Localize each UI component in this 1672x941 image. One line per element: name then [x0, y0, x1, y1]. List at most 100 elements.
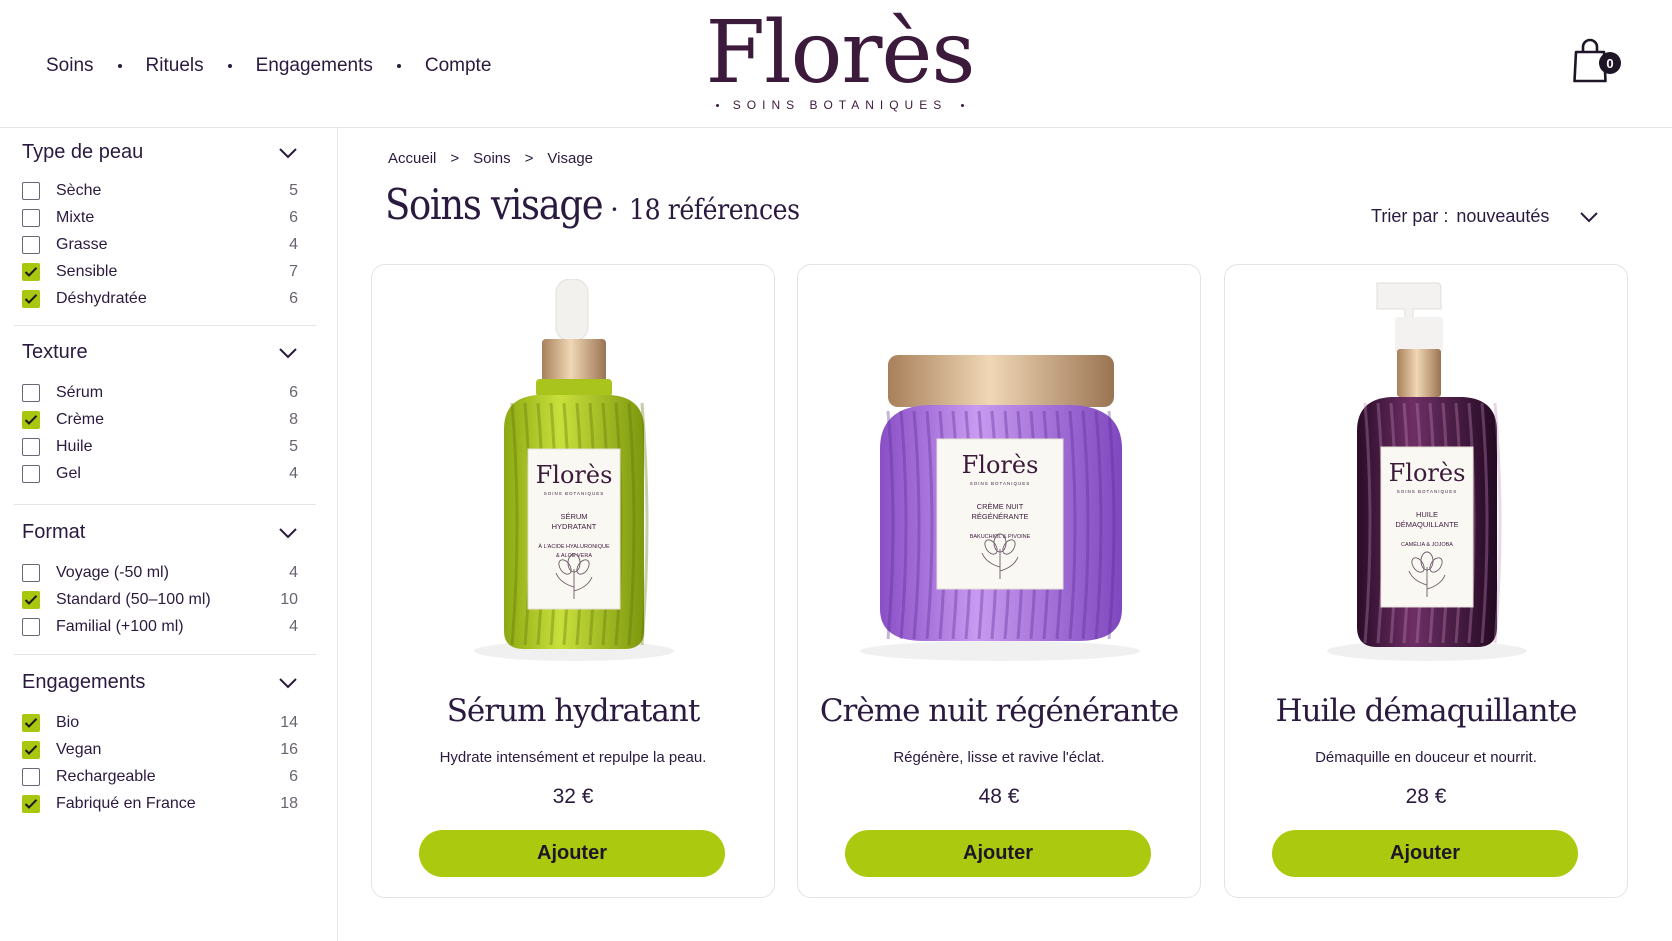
filter-group-header[interactable]: Type de peau — [22, 141, 298, 164]
filter-option-count: 6 — [289, 384, 298, 401]
filter-option[interactable]: Sensible 7 — [22, 259, 298, 285]
filter-option-count: 6 — [289, 290, 298, 307]
filter-option[interactable]: Standard (50–100 ml) 10 — [22, 587, 298, 613]
filter-option[interactable]: Gel 4 — [22, 461, 298, 487]
label-brand: Florès — [536, 461, 613, 489]
filter-option[interactable]: Sérum 6 — [22, 380, 298, 406]
filter-option[interactable]: Mixte 6 — [22, 205, 298, 231]
filter-checkbox[interactable] — [22, 618, 40, 636]
site-header: Soins Rituels Engagements Compte Florès … — [0, 0, 1672, 128]
filter-option[interactable]: Familial (+100 ml) 4 — [22, 614, 298, 640]
label-brand: Florès — [1389, 459, 1466, 487]
filter-checkbox[interactable] — [22, 741, 40, 759]
filter-option[interactable]: Sèche 5 — [22, 178, 298, 204]
add-to-cart-button[interactable]: Ajouter — [845, 830, 1151, 877]
product-name: Crème nuit régénérante — [819, 693, 1179, 729]
product-image[interactable]: Florès SOINS BOTANIQUES SÉRUM HYDRATANT … — [392, 278, 756, 671]
filter-sidebar: Type de peau Sèche 5 Mixte 6 Grasse 4 Sensible 7… — [0, 128, 338, 941]
filter-checkbox[interactable] — [22, 795, 40, 813]
filter-group-title: Type de peau — [22, 141, 144, 163]
filter-group-title: Engagements — [22, 671, 146, 693]
product-card[interactable]: Florès SOINS BOTANIQUES CRÈME NUIT RÉGÉN… — [797, 264, 1201, 898]
filter-checkbox[interactable] — [22, 290, 40, 308]
filter-option-count: 16 — [280, 741, 298, 758]
page-title: Soins visage — [385, 180, 604, 229]
cart-button[interactable]: 0 — [1572, 36, 1621, 88]
filter-option-count: 14 — [280, 714, 298, 731]
filter-checkbox[interactable] — [22, 438, 40, 456]
breadcrumb-accueil[interactable]: Accueil — [388, 150, 436, 167]
nav-soins[interactable]: Soins — [46, 55, 94, 77]
label-line: SÉRUM — [560, 512, 587, 521]
filter-checkbox[interactable] — [22, 182, 40, 200]
nav-separator-dot — [396, 64, 401, 68]
filter-checkbox[interactable] — [22, 768, 40, 786]
title-separator: · — [609, 193, 619, 226]
breadcrumb: Accueil > Soins > Visage — [388, 150, 593, 167]
filter-checkbox[interactable] — [22, 714, 40, 732]
nav-rituels[interactable]: Rituels — [146, 55, 204, 77]
filter-option[interactable]: Déshydratée 6 — [22, 286, 298, 312]
nav-engagements[interactable]: Engagements — [256, 55, 373, 77]
filter-group-title: Texture — [22, 341, 88, 363]
filter-checkbox[interactable] — [22, 263, 40, 281]
label-line: CAMÉLIA & JOJOBA — [1401, 541, 1453, 548]
nav-compte[interactable]: Compte — [425, 55, 492, 77]
filter-checkbox[interactable] — [22, 209, 40, 227]
chevron-down-icon — [279, 527, 297, 538]
product-image[interactable]: Florès SOINS BOTANIQUES CRÈME NUIT RÉGÉN… — [818, 279, 1182, 671]
filter-checkbox[interactable] — [22, 411, 40, 429]
filter-option-count: 6 — [289, 209, 298, 226]
filter-group-header[interactable]: Texture — [22, 341, 298, 364]
label-tagline: SOINS BOTANIQUES — [544, 491, 604, 496]
product-card[interactable]: Florès SOINS BOTANIQUES SÉRUM HYDRATANT … — [371, 264, 775, 898]
logo-tagline: SOINS BOTANIQUES — [732, 98, 948, 112]
main-nav: Soins Rituels Engagements Compte — [46, 48, 491, 84]
checkmark-icon — [24, 718, 38, 728]
filter-option-label: Crème — [56, 411, 105, 428]
sort-dropdown[interactable]: Trier par : nouveautés — [1371, 206, 1599, 227]
filter-option[interactable]: Crème 8 — [22, 407, 298, 433]
filter-option-count: 4 — [289, 236, 298, 253]
label-line: HUILE — [1416, 510, 1438, 519]
filter-checkbox[interactable] — [22, 384, 40, 402]
filter-checkbox[interactable] — [22, 465, 40, 483]
label-line: À L'ACIDE HYALURONIQUE — [538, 543, 610, 550]
filter-checkbox[interactable] — [22, 236, 40, 254]
checkmark-icon — [24, 799, 38, 809]
filter-checkbox[interactable] — [22, 564, 40, 582]
filter-option-count: 7 — [289, 263, 298, 280]
logo-dot — [961, 103, 965, 107]
brand-logo[interactable]: Florès SOINS BOTANIQUES — [702, 4, 978, 112]
filter-option-label: Sensible — [56, 263, 118, 280]
filter-option-count: 8 — [289, 411, 298, 428]
filter-option[interactable]: Fabriqué en France 18 — [22, 791, 298, 817]
product-card[interactable]: Florès SOINS BOTANIQUES HUILE DÉMAQUILLA… — [1224, 264, 1628, 898]
add-to-cart-button[interactable]: Ajouter — [1272, 830, 1578, 877]
filter-option-label: Huile — [56, 438, 93, 455]
filter-option[interactable]: Rechargeable 6 — [22, 764, 298, 790]
breadcrumb-separator: > — [450, 150, 460, 167]
filter-option[interactable]: Huile 5 — [22, 434, 298, 460]
breadcrumb-soins[interactable]: Soins — [473, 150, 511, 167]
filter-group-header[interactable]: Engagements — [22, 671, 298, 694]
filter-option[interactable]: Grasse 4 — [22, 232, 298, 258]
filter-option[interactable]: Bio 14 — [22, 710, 298, 736]
filter-group-header[interactable]: Format — [22, 521, 298, 544]
filter-option-count: 6 — [289, 768, 298, 785]
filter-option-label: Bio — [56, 714, 80, 731]
filter-option[interactable]: Vegan 16 — [22, 737, 298, 763]
filter-checkbox[interactable] — [22, 591, 40, 609]
checkmark-icon — [24, 294, 38, 304]
product-price: 48 € — [978, 785, 1020, 808]
product-image[interactable]: Florès SOINS BOTANIQUES HUILE DÉMAQUILLA… — [1245, 279, 1609, 671]
product-price: 32 € — [552, 785, 594, 808]
product-bottle-illustration: Florès SOINS BOTANIQUES HUILE DÉMAQUILLA… — [1327, 282, 1527, 661]
filter-option[interactable]: Voyage (-50 ml) 4 — [22, 560, 298, 586]
page-heading: Soins visage · 18 références — [385, 180, 818, 229]
add-to-cart-button[interactable]: Ajouter — [419, 830, 725, 877]
chevron-down-icon — [279, 677, 297, 688]
filter-option-label: Sèche — [56, 182, 102, 199]
nav-separator-dot — [117, 64, 122, 68]
product-name: Huile démaquillante — [1275, 693, 1578, 729]
